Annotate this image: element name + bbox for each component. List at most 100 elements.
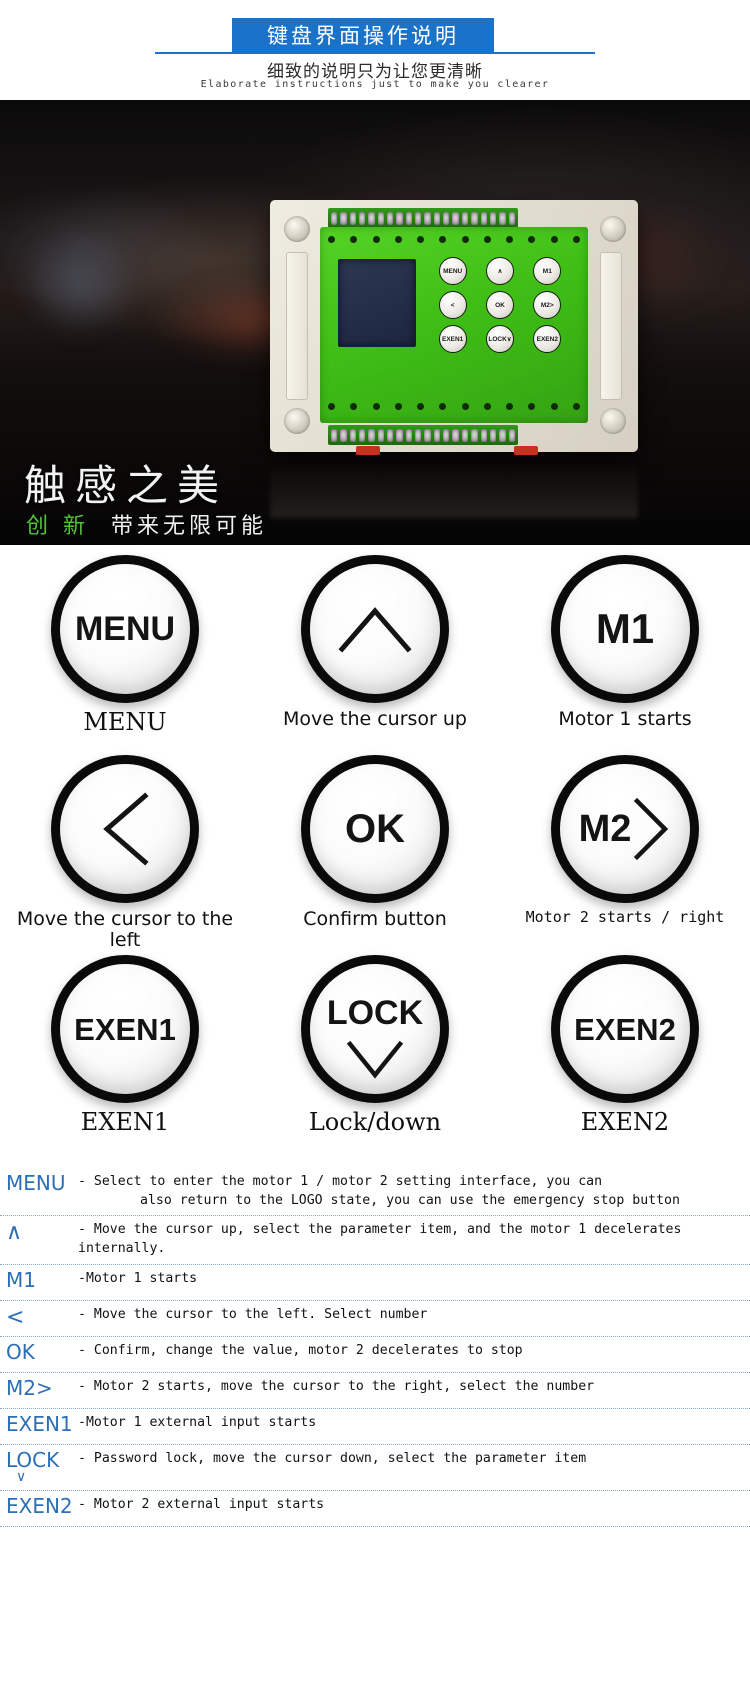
mount-hole-bottom-left bbox=[284, 408, 310, 434]
button-lock[interactable]: LOCK bbox=[301, 955, 449, 1103]
button-cell-lock: LOCK Lock/down bbox=[250, 945, 500, 1135]
button-cell-exen1: EXEN1 EXEN1 bbox=[0, 945, 250, 1135]
legend-desc-m2: - Motor 2 starts, move the cursor to the… bbox=[78, 1378, 595, 1394]
device-reflection bbox=[270, 452, 638, 518]
button-left[interactable] bbox=[51, 755, 199, 903]
button-up-caption: Move the cursor up bbox=[283, 708, 467, 730]
legend-row-exen2: EXEN2 - Motor 2 external input starts bbox=[0, 1491, 750, 1527]
button-cell-left: Move the cursor to the left bbox=[0, 745, 250, 951]
button-m1-caption: Motor 1 starts bbox=[558, 708, 692, 730]
legend-desc-exen1: -Motor 1 external input starts bbox=[78, 1414, 317, 1430]
page-header: 键盘界面操作说明 细致的说明只为让您更清晰 Elaborate instruct… bbox=[0, 0, 750, 100]
button-m2[interactable]: M2 bbox=[551, 755, 699, 903]
page-title: 键盘界面操作说明 bbox=[232, 18, 494, 54]
legend-desc-menu-line2: also return to the LOGO state, you can u… bbox=[140, 1193, 680, 1209]
button-menu[interactable]: MENU bbox=[51, 555, 199, 703]
device-lcd-screen bbox=[338, 259, 416, 347]
button-row-1: MENU MENU Move the cursor up M1 Motor 1 … bbox=[0, 545, 750, 745]
legend-desc-menu-line1: - Select to enter the motor 1 / motor 2 … bbox=[78, 1174, 603, 1189]
button-m1[interactable]: M1 bbox=[551, 555, 699, 703]
button-exen1-label: EXEN1 bbox=[74, 1011, 176, 1047]
legend-key-left: < bbox=[6, 1304, 25, 1330]
housing-slot-left bbox=[286, 252, 308, 400]
terminal-block-bottom bbox=[328, 425, 518, 445]
legend-key-m1: M1 bbox=[6, 1267, 36, 1292]
button-ok[interactable]: OK bbox=[301, 755, 449, 903]
button-m2-caption: Motor 2 starts / right bbox=[525, 908, 725, 926]
button-up[interactable] bbox=[301, 555, 449, 703]
legend-key-m2: M2> bbox=[6, 1375, 53, 1400]
device-key-exen1[interactable]: EXEN1 bbox=[438, 325, 467, 353]
mount-hole-top-left bbox=[284, 216, 310, 242]
legend-desc-lock: - Password lock, move the cursor down, s… bbox=[78, 1450, 587, 1466]
button-exen1-caption: EXEN1 bbox=[80, 1108, 170, 1136]
legend-desc-menu: - Select to enter the motor 1 / motor 2 … bbox=[78, 1172, 750, 1210]
button-exen2[interactable]: EXEN2 bbox=[551, 955, 699, 1103]
legend-desc-exen2: - Motor 2 external input starts bbox=[78, 1496, 325, 1512]
legend-row-m2: M2> - Motor 2 starts, move the cursor to… bbox=[0, 1373, 750, 1409]
legend-row-lock: LOCK ∨ - Password lock, move the cursor … bbox=[0, 1445, 750, 1491]
hero-tagline-plain: 带来无限可能 bbox=[111, 514, 268, 539]
device-green-panel: MENU ∧ M1 < OK M2> EXEN1 LOCK∨ EXEN2 bbox=[320, 227, 588, 423]
button-m2-content: M2 bbox=[579, 797, 672, 861]
button-cell-m1: M1 Motor 1 starts bbox=[500, 545, 750, 730]
chevron-up-icon bbox=[338, 605, 412, 653]
button-menu-caption: MENU bbox=[83, 708, 167, 736]
legend-row-up: ∧ - Move the cursor up, select the param… bbox=[0, 1216, 750, 1265]
chevron-down-icon bbox=[345, 1040, 405, 1080]
mount-hole-top-right bbox=[600, 216, 626, 242]
device-key-m2[interactable]: M2> bbox=[533, 291, 562, 319]
device-key-menu[interactable]: MENU bbox=[438, 257, 467, 285]
legend-desc-ok: - Confirm, change the value, motor 2 dec… bbox=[78, 1342, 523, 1358]
device-housing: MENU ∧ M1 < OK M2> EXEN1 LOCK∨ EXEN2 bbox=[270, 200, 638, 455]
chevron-right-icon bbox=[631, 797, 671, 861]
legend-key-ok: OK bbox=[6, 1339, 35, 1364]
panel-holes-bottom bbox=[328, 403, 580, 412]
button-cell-m2: M2 Motor 2 starts / right bbox=[500, 745, 750, 926]
legend-key-lock: LOCK ∨ bbox=[0, 1447, 78, 1485]
hero-bokeh-1 bbox=[20, 230, 140, 340]
legend-desc-up: - Move the cursor up, select the paramet… bbox=[78, 1222, 682, 1257]
button-exen1[interactable]: EXEN1 bbox=[51, 955, 199, 1103]
device-key-ok[interactable]: OK bbox=[485, 291, 514, 319]
legend-row-ok: OK - Confirm, change the value, motor 2 … bbox=[0, 1337, 750, 1373]
button-ok-label: OK bbox=[345, 807, 405, 851]
button-legend-grid: MENU MENU Move the cursor up M1 Motor 1 … bbox=[0, 545, 750, 1165]
legend-key-exen2: EXEN2 bbox=[6, 1493, 73, 1518]
button-exen2-label: EXEN2 bbox=[574, 1011, 676, 1047]
legend-key-up: ∧ bbox=[6, 1220, 23, 1246]
terminal-block-top bbox=[328, 208, 518, 228]
legend-desc-m1: -Motor 1 starts bbox=[78, 1270, 198, 1286]
device-key-m1[interactable]: M1 bbox=[533, 257, 562, 285]
device-keypad: MENU ∧ M1 < OK M2> EXEN1 LOCK∨ EXEN2 bbox=[430, 255, 570, 355]
legend-row-menu: MENU - Select to enter the motor 1 / mot… bbox=[0, 1168, 750, 1217]
hero-headline: 触感之美 bbox=[24, 461, 229, 510]
button-exen2-caption: EXEN2 bbox=[580, 1108, 670, 1136]
button-m2-label: M2 bbox=[578, 807, 632, 850]
legend-row-m1: M1 -Motor 1 starts bbox=[0, 1265, 750, 1301]
button-cell-up: Move the cursor up bbox=[250, 545, 500, 730]
button-row-3: EXEN1 EXEN1 LOCK Lock/down EXEN2 EXEN2 bbox=[0, 945, 750, 1145]
device-key-exen2[interactable]: EXEN2 bbox=[533, 325, 562, 353]
device-key-lock[interactable]: LOCK∨ bbox=[485, 325, 514, 353]
device-key-left[interactable]: < bbox=[438, 291, 467, 319]
hero-tagline: 创 新 带来无限可能 bbox=[26, 508, 267, 540]
legend-row-left: < - Move the cursor to the left. Select … bbox=[0, 1301, 750, 1337]
button-lock-caption: Lock/down bbox=[308, 1108, 442, 1136]
device-key-up[interactable]: ∧ bbox=[485, 257, 514, 285]
button-lock-label: LOCK bbox=[326, 994, 424, 1032]
panel-holes-top bbox=[328, 236, 580, 245]
button-cell-menu: MENU MENU bbox=[0, 545, 250, 735]
legend-key-lock-main: LOCK bbox=[6, 1447, 60, 1472]
hero-banner: MENU ∧ M1 < OK M2> EXEN1 LOCK∨ EXEN2 触感之… bbox=[0, 100, 750, 545]
legend-desc-left: - Move the cursor to the left. Select nu… bbox=[78, 1306, 428, 1322]
hero-tagline-accent: 创 新 bbox=[26, 514, 89, 539]
header-subtitle-en: Elaborate instructions just to make you … bbox=[200, 79, 550, 90]
button-row-2: Move the cursor to the left OK Confirm b… bbox=[0, 745, 750, 950]
button-cell-ok: OK Confirm button bbox=[250, 745, 500, 930]
button-cell-exen2: EXEN2 EXEN2 bbox=[500, 945, 750, 1135]
button-ok-caption: Confirm button bbox=[303, 908, 447, 930]
product-device-photo: MENU ∧ M1 < OK M2> EXEN1 LOCK∨ EXEN2 bbox=[270, 200, 638, 518]
legend-key-menu: MENU bbox=[6, 1171, 66, 1195]
mount-hole-bottom-right bbox=[600, 408, 626, 434]
